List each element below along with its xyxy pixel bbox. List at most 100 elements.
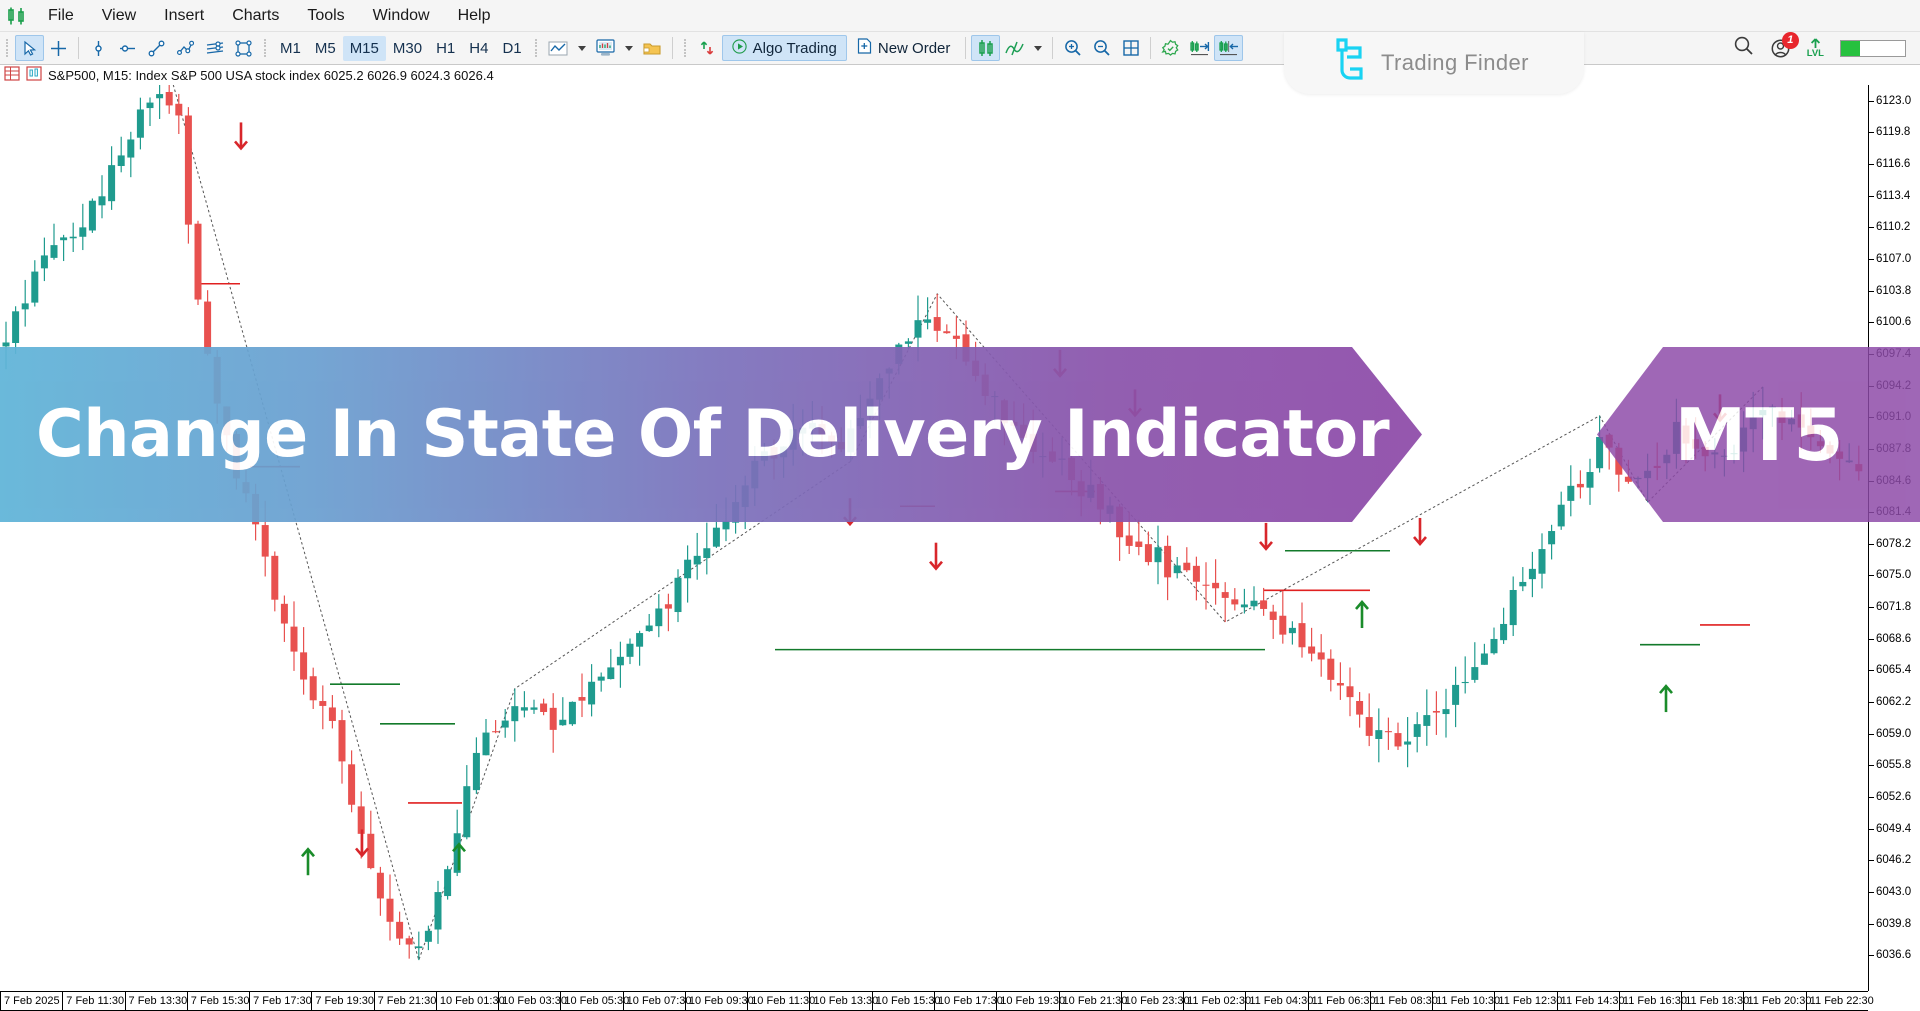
line-chart-icon[interactable] [544, 35, 573, 61]
data-window-icon[interactable] [4, 66, 20, 84]
timeframe-m15[interactable]: M15 [342, 35, 386, 61]
timeframe-d1[interactable]: D1 [495, 36, 528, 61]
menu-item-help[interactable]: Help [444, 0, 505, 32]
chart-tools-grip[interactable] [532, 37, 541, 59]
scroll-to-end-icon[interactable] [1185, 35, 1214, 61]
trendline-icon[interactable] [142, 35, 171, 61]
promo-banner: Change In State Of Delivery Indicator [0, 347, 1422, 522]
time-tick: 11 Feb 02:30 [1183, 992, 1251, 1011]
chevron-down-icon-2[interactable] [624, 45, 633, 51]
trading-finder-brand-badge: Trading Finder [1284, 32, 1584, 94]
timeframe-grip[interactable] [261, 37, 270, 59]
level-up-icon[interactable]: LVL [1807, 38, 1824, 59]
toolbar-grip[interactable] [3, 37, 12, 59]
toolbar-right-icons: 1 LVL [1733, 31, 1920, 61]
algo-trading-button[interactable]: Algo Trading [721, 35, 847, 61]
time-tick: 7 Feb 13:30 [124, 992, 187, 1011]
new-order-plus-icon [857, 38, 872, 58]
time-tick: 11 Feb 14:30 [1556, 992, 1625, 1011]
time-axis[interactable]: 7 Feb 2025 7 Feb 11:30 7 Feb 13:30 7 Feb 15… [0, 991, 1874, 1011]
notification-badge: 1 [1781, 31, 1799, 49]
trading-finder-logo-icon [1328, 37, 1368, 89]
toolbar-divider [78, 37, 79, 59]
time-tick: 10 Feb 15:30 [871, 992, 941, 1011]
chart-area[interactable]: 6123.0 6119.8 6116.6 6113.4 6110.2 6107.0 6103… [0, 85, 1920, 1011]
banner-title: Change In State Of Delivery Indicator [36, 397, 1390, 472]
time-tick: 7 Feb 17:30 [249, 992, 312, 1011]
time-tick: 10 Feb 11:30 [747, 992, 815, 1011]
up-down-arrows-icon[interactable] [693, 35, 722, 61]
menu-item-tools[interactable]: Tools [293, 0, 358, 32]
chart-plot[interactable] [0, 85, 1868, 991]
toolbar-divider-4 [1052, 37, 1054, 59]
auto-scroll-icon[interactable] [1214, 35, 1244, 61]
equidistant-channel-icon[interactable] [200, 35, 229, 61]
chart-symbol-header: S&P500, M15: Index S&P 500 USA stock ind… [0, 65, 1920, 85]
menu-item-charts[interactable]: Charts [218, 0, 293, 32]
time-tick: 10 Feb 01:30 [435, 992, 505, 1011]
vertical-line-icon[interactable] [84, 35, 113, 61]
time-tick: 11 Feb 18:30 [1681, 992, 1749, 1011]
polyline-icon[interactable] [171, 35, 200, 61]
time-tick: 10 Feb 07:30 [622, 992, 692, 1011]
price-tick: 6116.6 [1869, 158, 1910, 170]
gear-star-icon[interactable] [1156, 35, 1185, 61]
level-label: LVL [1806, 47, 1824, 59]
menu-bar: File View Insert Charts Tools Window Hel… [0, 0, 1920, 32]
new-order-button[interactable]: New Order [847, 35, 961, 61]
horizontal-line-icon[interactable] [113, 35, 142, 61]
chart-properties-icon[interactable] [26, 66, 42, 84]
trading-finder-name: Trading Finder [1381, 50, 1529, 75]
time-tick: 11 Feb 06:30 [1307, 992, 1376, 1011]
timeframe-m1[interactable]: M1 [273, 36, 308, 61]
indicators-icon[interactable] [1000, 35, 1029, 61]
time-tick: 10 Feb 21:30 [1058, 992, 1127, 1011]
candlestick-chart [2, 85, 1863, 962]
price-tick: 6078.2 [1869, 538, 1911, 550]
account-icon[interactable]: 1 [1770, 31, 1799, 59]
price-tick: 6100.6 [1869, 316, 1911, 328]
time-tick: 11 Feb 20:30 [1743, 992, 1811, 1011]
chevron-down-icon[interactable] [577, 45, 586, 51]
folder-icon[interactable] [638, 35, 667, 61]
toolbar-divider-3 [965, 37, 967, 59]
timeframe-m30[interactable]: M30 [386, 36, 429, 61]
price-tick: 6103.8 [1869, 285, 1911, 297]
play-triangle-icon [731, 38, 747, 58]
grid-icon[interactable] [1116, 35, 1145, 61]
templates-icon[interactable] [591, 35, 620, 61]
time-tick: 11 Feb 22:30 [1805, 992, 1874, 1011]
trading-grip[interactable] [681, 37, 690, 59]
platform-badge-text: MT5 [1674, 392, 1844, 477]
price-tick: 6075.0 [1869, 569, 1911, 581]
timeframe-m5[interactable]: M5 [308, 36, 343, 61]
timeframe-h1[interactable]: H1 [429, 36, 462, 61]
price-tick: 6059.0 [1869, 728, 1911, 740]
crosshair-icon[interactable] [44, 35, 73, 61]
menu-item-window[interactable]: Window [359, 0, 444, 32]
arrow-cursor-icon[interactable] [15, 35, 44, 61]
main-toolbar: M1 M5 M15 M30 H1 H4 D1 Algo Trading New … [0, 31, 1920, 94]
chart-symbol-text: S&P500, M15: Index S&P 500 USA stock ind… [48, 67, 494, 83]
candlestick-icon[interactable] [971, 35, 1001, 61]
zoom-out-icon[interactable] [1087, 35, 1116, 61]
price-tick: 6065.4 [1869, 664, 1911, 676]
timeframe-h4[interactable]: H4 [462, 36, 495, 61]
time-tick: 10 Feb 05:30 [560, 992, 629, 1011]
time-tick: 10 Feb 17:30 [934, 992, 1003, 1011]
price-tick: 6071.8 [1869, 601, 1911, 613]
chevron-down-icon-3[interactable] [1034, 45, 1043, 51]
zoom-in-icon[interactable] [1058, 35, 1087, 61]
time-tick: 7 Feb 15:30 [186, 992, 250, 1011]
time-tick: 10 Feb 23:30 [1120, 992, 1190, 1011]
mt5-logo-icon [0, 7, 34, 25]
shapes-icon[interactable] [229, 35, 258, 61]
menu-item-insert[interactable]: Insert [150, 0, 218, 32]
new-order-label: New Order [877, 39, 951, 57]
search-icon[interactable] [1733, 35, 1754, 61]
menu-item-file[interactable]: File [34, 0, 88, 32]
toolbar-divider-5 [1150, 37, 1152, 59]
menu-item-view[interactable]: View [88, 0, 150, 32]
price-axis[interactable]: 6123.0 6119.8 6116.6 6113.4 6110.2 6107.0 6103… [1868, 85, 1920, 991]
time-tick: 11 Feb 04:30 [1245, 992, 1313, 1011]
